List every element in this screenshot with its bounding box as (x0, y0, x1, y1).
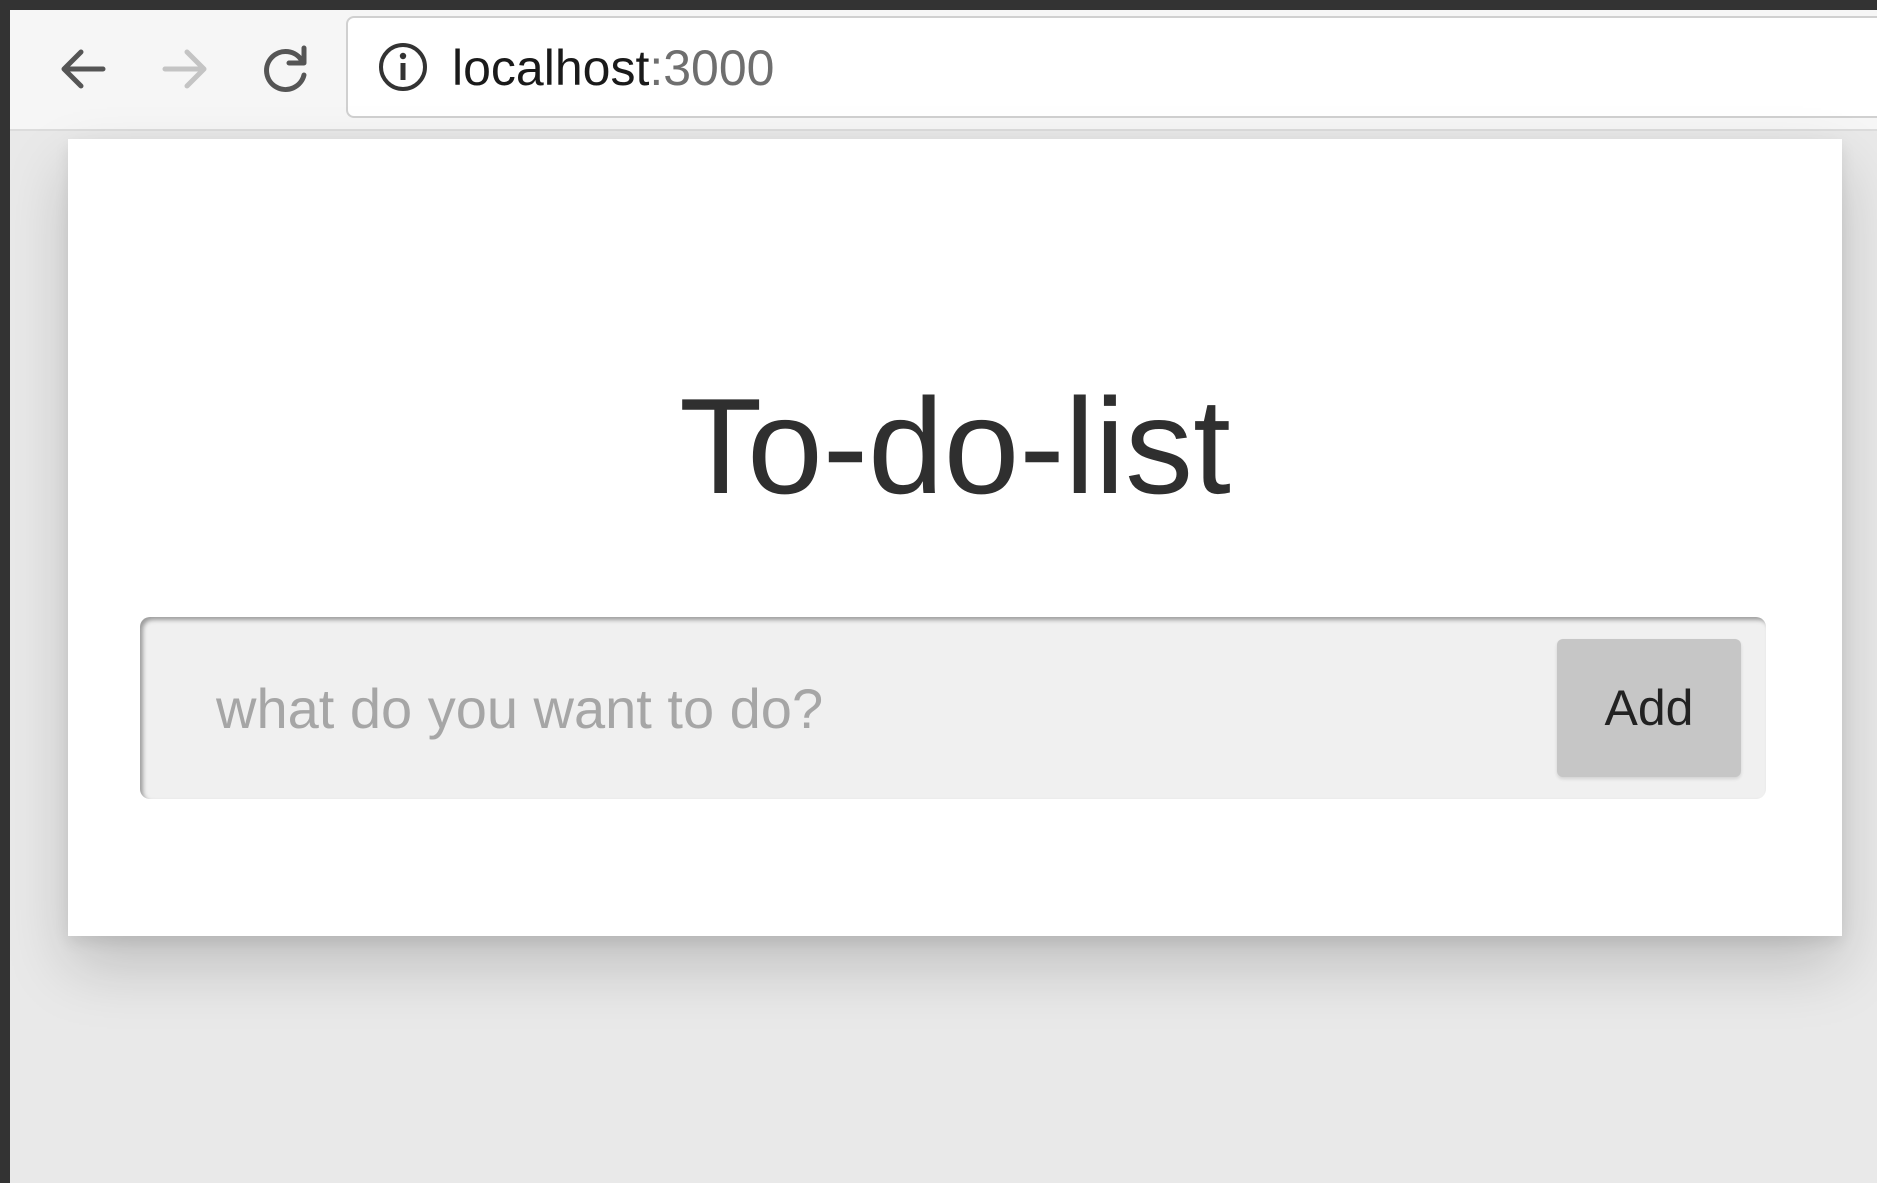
add-button[interactable]: Add (1557, 639, 1741, 777)
todo-card: To-do-list Add (68, 139, 1842, 936)
url-text[interactable]: localhost:3000 (452, 38, 774, 98)
browser-window: localhost:3000 To-do-list Add (10, 10, 1877, 1183)
address-bar[interactable]: localhost:3000 (346, 16, 1877, 118)
back-button[interactable] (48, 34, 118, 104)
back-arrow-icon (61, 49, 106, 89)
todo-form: Add (140, 617, 1766, 799)
reload-button[interactable] (251, 34, 321, 104)
reload-icon (264, 45, 307, 92)
browser-toolbar: localhost:3000 (10, 10, 1877, 131)
url-port: :3000 (649, 40, 775, 96)
page-title: To-do-list (679, 370, 1231, 522)
url-host: localhost (452, 40, 650, 96)
todo-input[interactable] (144, 621, 1514, 795)
forward-arrow-icon (162, 49, 207, 89)
forward-button[interactable] (150, 34, 220, 104)
info-icon[interactable] (378, 42, 428, 92)
